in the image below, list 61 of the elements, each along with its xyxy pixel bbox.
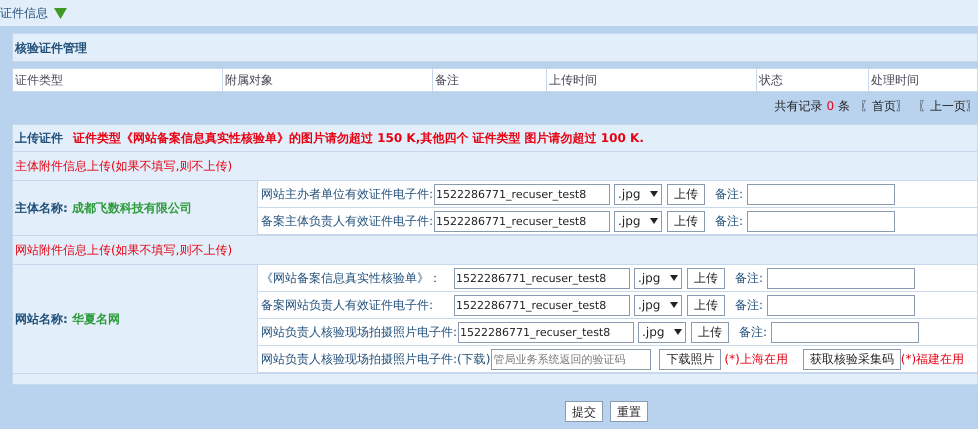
caret-icon (670, 302, 678, 308)
remark-field[interactable] (767, 268, 916, 288)
panel-title: 核验证件管理 (15, 40, 87, 56)
remark-label: 备注: (735, 297, 764, 314)
remark-label: 备注: (715, 213, 744, 230)
remark-field[interactable] (747, 184, 896, 204)
file-field[interactable]: 1522286771_recuser_test8 (454, 268, 630, 288)
format-select[interactable]: .jpg (614, 184, 662, 204)
column-header: 状态 (757, 69, 869, 91)
file-field[interactable]: 1522286771_recuser_test8 (454, 294, 630, 316)
format-select[interactable]: .jpg (614, 210, 662, 232)
field-label: 备案网站负责人有效证件电子件: (261, 297, 434, 314)
pager-link[interactable]: 〖上一页〗 (918, 97, 978, 115)
column-header: 证件类型 (13, 69, 223, 91)
fetch-code-button[interactable]: 获取核验采集码 (802, 348, 901, 370)
usage-note: (*)福建在用 (900, 351, 964, 368)
upload-button[interactable]: 上传 (667, 184, 706, 204)
size-notice: 证件类型《网站备案信息真实性核验单》的图片请勿超过 150 K,其他四个 证件类型 图片请勿超过 100 K. (73, 130, 644, 147)
column-header: 处理时间 (869, 69, 978, 91)
upload-button[interactable]: 上传 (691, 322, 730, 342)
submit-button[interactable]: 提交 (565, 401, 603, 422)
field-label: 网站主办者单位有效证件电子件: (261, 186, 434, 203)
remark-field[interactable] (747, 210, 896, 232)
remark-label: 备注: (739, 324, 768, 341)
caret-icon (670, 275, 678, 281)
remark-label: 备注: (735, 270, 764, 287)
field-label: 备案主体负责人有效证件电子件: (261, 213, 434, 230)
file-field[interactable]: 1522286771_recuser_test8 (458, 322, 634, 342)
format-select[interactable]: .jpg (634, 268, 682, 288)
upload-title: 上传证件 (15, 130, 63, 147)
column-header: 上传时间 (547, 69, 757, 91)
field-label: 网站负责人核验现场拍摄照片电子件:(下载) (261, 351, 490, 368)
collapse-arrow-icon[interactable] (54, 8, 67, 18)
upload-button[interactable]: 上传 (687, 268, 725, 288)
record-count: 共有记录 0 条 (774, 98, 850, 115)
code-field[interactable]: 管局业务系统返回的验证码 (491, 348, 652, 370)
remark-field[interactable] (767, 294, 916, 316)
upload-hint: 网站附件信息上传(如果不填写,则不上传) (15, 242, 232, 259)
remark-field[interactable] (771, 322, 920, 342)
caret-icon (674, 329, 682, 335)
column-header: 备注 (433, 69, 547, 91)
caret-icon (650, 191, 658, 197)
remark-label: 备注: (715, 186, 744, 203)
caret-icon (650, 218, 658, 224)
pager-link[interactable]: 〖首页〗 (860, 97, 908, 115)
column-header: 附属对象 (223, 69, 433, 91)
name-label: 网站名称: 华夏名网 (15, 311, 120, 328)
format-select[interactable]: .jpg (634, 294, 682, 316)
field-label: 《网站备案信息真实性核验单》： (261, 270, 442, 287)
file-field[interactable]: 1522286771_recuser_test8 (434, 210, 610, 232)
format-select[interactable]: .jpg (638, 322, 686, 342)
usage-note: (*)上海在用 (724, 351, 788, 368)
upload-button[interactable]: 上传 (667, 210, 706, 232)
reset-button[interactable]: 重置 (610, 401, 648, 422)
field-label: 网站负责人核验现场拍摄照片电子件: (261, 324, 458, 341)
section-title: 证件信息 (0, 5, 48, 22)
file-field[interactable]: 1522286771_recuser_test8 (434, 184, 610, 204)
download-button[interactable]: 下载照片 (659, 348, 722, 370)
upload-hint: 主体附件信息上传(如果不填写,则不上传) (15, 158, 232, 175)
upload-button[interactable]: 上传 (687, 294, 725, 316)
name-label: 主体名称: 成都飞数科技有限公司 (15, 200, 192, 217)
